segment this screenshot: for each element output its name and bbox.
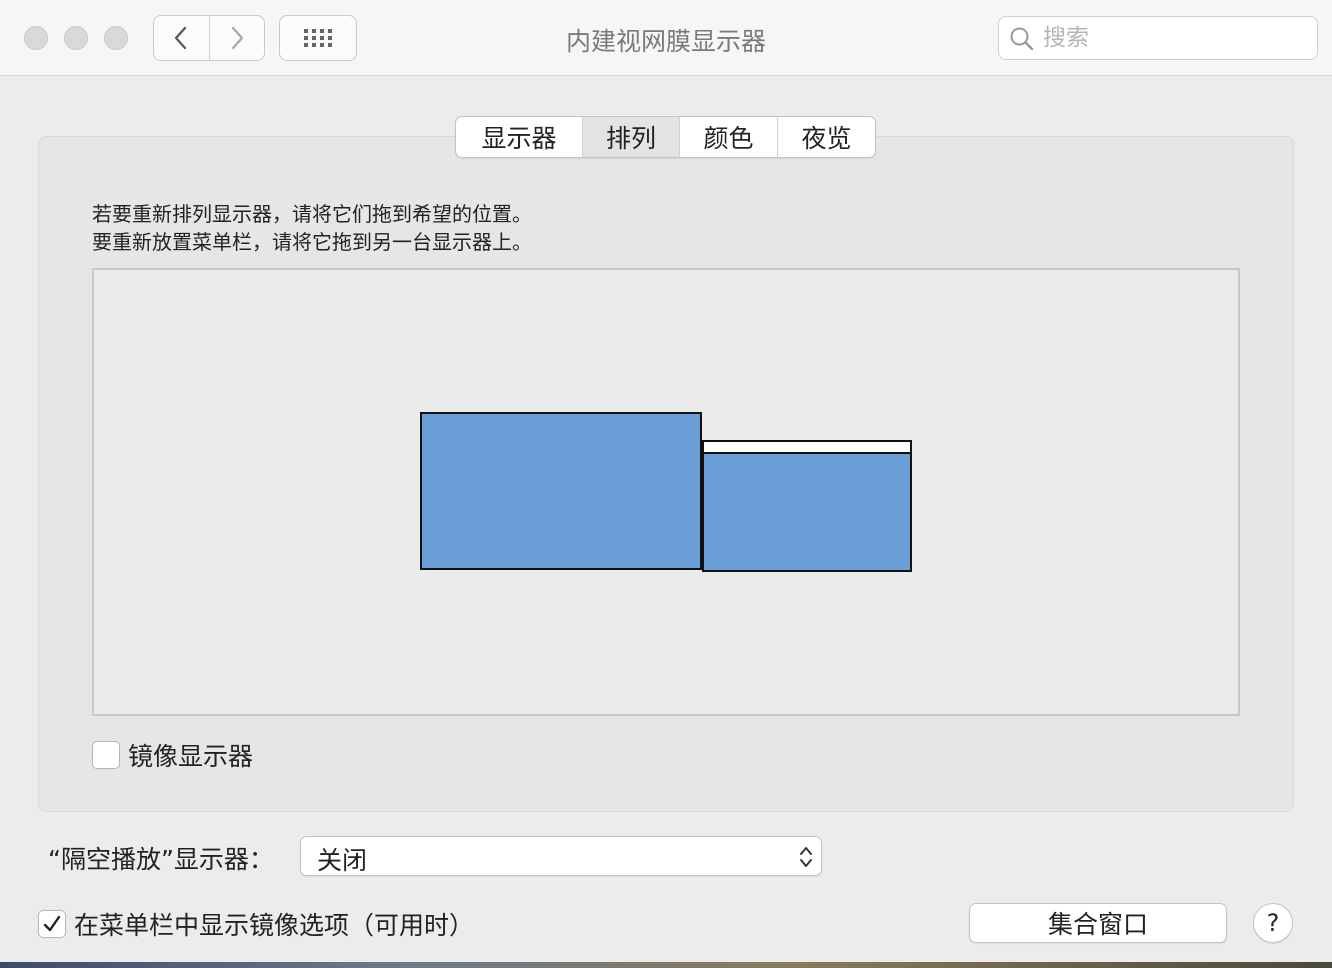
navigation-buttons bbox=[153, 15, 265, 61]
system-preferences-window: 内建视网膜显示器 显示器 排列 颜色 夜览 若要重新排列显示器，请将它们拖到希望… bbox=[0, 0, 1332, 968]
minimize-window-button[interactable] bbox=[64, 26, 88, 50]
chevron-right-icon bbox=[231, 26, 244, 50]
up-down-chevron-icon bbox=[800, 847, 812, 867]
mirror-displays-label[interactable]: 镜像显示器 bbox=[128, 737, 253, 773]
airplay-display-label: “隔空播放”显示器： bbox=[48, 845, 274, 874]
gather-windows-button[interactable]: 集合窗口 bbox=[969, 903, 1227, 943]
display-main[interactable] bbox=[420, 412, 702, 570]
close-window-button[interactable] bbox=[24, 26, 48, 50]
airplay-display-value: 关闭 bbox=[317, 846, 368, 875]
help-button[interactable]: ? bbox=[1253, 903, 1293, 943]
back-button[interactable] bbox=[154, 16, 209, 60]
grid-icon bbox=[304, 29, 332, 47]
display-secondary[interactable] bbox=[702, 440, 912, 572]
airplay-display-select[interactable]: 关闭 bbox=[300, 836, 822, 876]
mirror-displays-row: 镜像显示器 bbox=[92, 737, 253, 773]
desktop-background-strip bbox=[0, 962, 1332, 968]
zoom-window-button[interactable] bbox=[104, 26, 128, 50]
menu-bar-indicator[interactable] bbox=[704, 442, 910, 454]
show-all-button[interactable] bbox=[279, 15, 357, 61]
menu-mirroring-option-row: 在菜单栏中显示镜像选项（可用时） bbox=[38, 906, 474, 942]
chevron-left-icon bbox=[175, 26, 187, 50]
tab-arrangement[interactable]: 排列 bbox=[582, 117, 679, 157]
instruction-line-2: 要重新放置菜单栏，请将它拖到另一台显示器上。 bbox=[92, 230, 532, 254]
menu-mirroring-checkbox[interactable] bbox=[38, 910, 66, 938]
tab-night-shift[interactable]: 夜览 bbox=[777, 117, 875, 157]
forward-button[interactable] bbox=[208, 16, 264, 60]
tab-bar: 显示器 排列 颜色 夜览 bbox=[455, 116, 876, 158]
tab-display[interactable]: 显示器 bbox=[456, 117, 582, 157]
title-bar: 内建视网膜显示器 bbox=[0, 0, 1332, 76]
arrangement-instructions: 若要重新排列显示器，请将它们拖到希望的位置。 要重新放置菜单栏，请将它拖到另一台… bbox=[92, 200, 532, 256]
mirror-displays-checkbox[interactable] bbox=[92, 741, 120, 769]
instruction-line-1: 若要重新排列显示器，请将它们拖到希望的位置。 bbox=[92, 202, 532, 226]
search-input[interactable] bbox=[1043, 23, 1303, 53]
checkmark-icon bbox=[43, 915, 61, 932]
menu-mirroring-label[interactable]: 在菜单栏中显示镜像选项（可用时） bbox=[74, 906, 474, 942]
search-field[interactable] bbox=[998, 16, 1318, 60]
tab-color[interactable]: 颜色 bbox=[679, 117, 777, 157]
search-icon bbox=[1010, 27, 1034, 51]
